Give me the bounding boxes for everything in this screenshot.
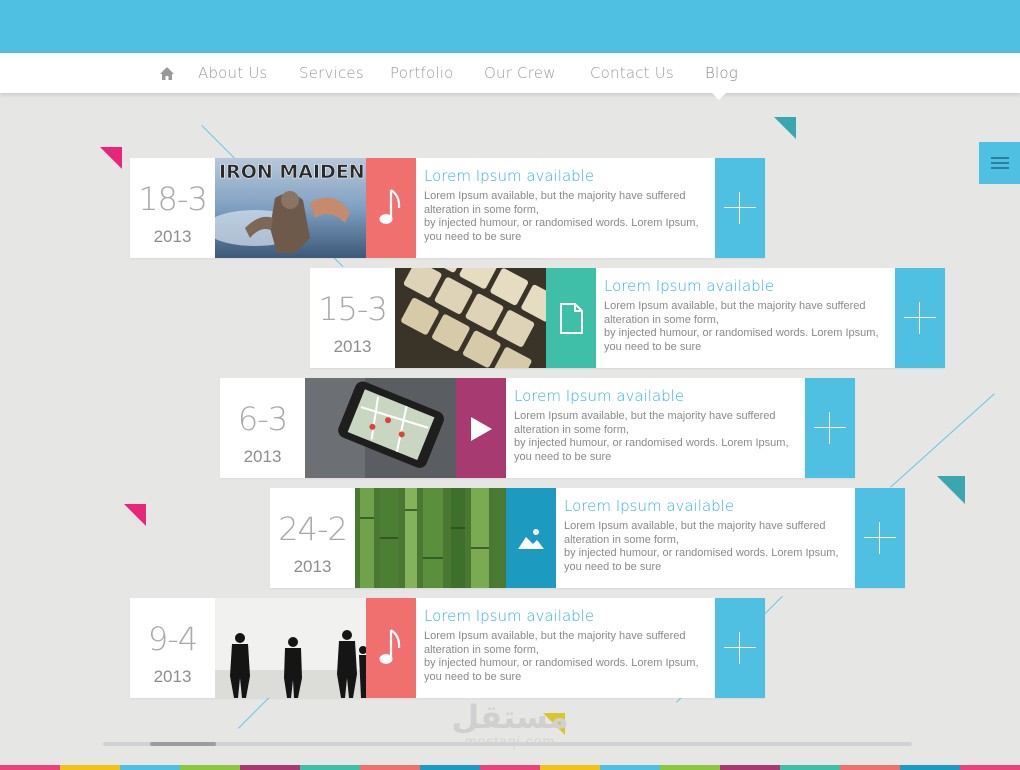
image-icon	[518, 529, 544, 549]
blog-post-card[interactable]: 18-3 2013 IRON MAIDEN Lorem Ipsum availa…	[130, 158, 765, 258]
post-date: 15-3 2013	[310, 268, 395, 368]
color-strip-segment	[960, 765, 1020, 770]
horizontal-scrollbar[interactable]	[103, 742, 912, 746]
play-icon	[471, 417, 492, 441]
nav-services[interactable]: Services	[299, 64, 364, 82]
post-title[interactable]: Lorem Ipsum available	[514, 387, 795, 405]
nav-portfolio[interactable]: Portfolio	[390, 64, 454, 82]
post-summary: Lorem Ipsum available Lorem Ipsum availa…	[416, 158, 715, 258]
post-title[interactable]: Lorem Ipsum available	[564, 497, 845, 515]
color-strip-segment	[540, 765, 600, 770]
post-date: 18-3 2013	[130, 158, 215, 258]
color-strip-segment	[480, 765, 540, 770]
post-thumbnail[interactable]	[305, 378, 456, 478]
decor-line	[238, 696, 271, 729]
decor-triangle	[100, 147, 122, 169]
nav-our-crew[interactable]: Our Crew	[484, 64, 556, 82]
category-badge[interactable]	[506, 488, 556, 588]
post-day: 24-2	[278, 510, 348, 548]
expand-plus-button[interactable]	[715, 598, 765, 698]
post-year: 2013	[293, 557, 332, 576]
color-strip-segment	[840, 765, 900, 770]
category-badge[interactable]	[456, 378, 506, 478]
decor-triangle	[937, 476, 965, 504]
blog-post-card[interactable]: 24-2 2013 Lorem Ipsum available Lorem Ip…	[270, 488, 905, 588]
post-day: 15-3	[318, 290, 388, 328]
color-strip-segment	[900, 765, 960, 770]
expand-plus-button[interactable]	[715, 158, 765, 258]
color-strip-segment	[660, 765, 720, 770]
color-strip-segment	[60, 765, 120, 770]
post-summary: Lorem Ipsum available Lorem Ipsum availa…	[416, 598, 715, 698]
post-year: 2013	[153, 667, 192, 686]
decor-triangle	[774, 117, 796, 139]
post-date: 9-4 2013	[130, 598, 215, 698]
category-badge[interactable]	[366, 158, 416, 258]
post-thumbnail[interactable]	[355, 488, 506, 588]
color-strip-segment	[420, 765, 480, 770]
music-note-icon	[379, 629, 401, 664]
active-nav-pointer	[712, 93, 726, 100]
color-strip-segment	[600, 765, 660, 770]
post-thumbnail[interactable]: IRON MAIDEN	[215, 158, 366, 258]
blog-post-card[interactable]: 15-3 2013 Lorem Ipsum available Lorem Ip…	[310, 268, 945, 368]
footer-color-strip	[0, 765, 1020, 770]
post-date: 24-2 2013	[270, 488, 355, 588]
post-excerpt: Lorem Ipsum available, but the majority …	[424, 630, 699, 683]
post-summary: Lorem Ipsum available Lorem Ipsum availa…	[506, 378, 805, 478]
nav-about-us[interactable]: About Us	[198, 64, 268, 82]
post-day: 6-3	[237, 400, 288, 438]
expand-plus-button[interactable]	[805, 378, 855, 478]
category-badge[interactable]	[546, 268, 596, 368]
main-navigation: About Us Services Portfolio Our Crew Con…	[0, 53, 1020, 93]
color-strip-segment	[300, 765, 360, 770]
nav-contact-us[interactable]: Contact Us	[590, 64, 674, 82]
scrollbar-thumb[interactable]	[150, 742, 216, 746]
post-year: 2013	[243, 447, 282, 466]
top-banner	[0, 0, 1020, 53]
color-strip-segment	[120, 765, 180, 770]
blog-post-card[interactable]: 6-3 2013 Lorem Ipsum available Lorem Ips…	[220, 378, 855, 478]
color-strip-segment	[240, 765, 300, 770]
expand-plus-button[interactable]	[895, 268, 945, 368]
post-summary: Lorem Ipsum available Lorem Ipsum availa…	[556, 488, 855, 588]
music-note-icon	[379, 189, 401, 224]
nav-blog[interactable]: Blog	[705, 64, 738, 82]
post-day: 9-4	[147, 620, 198, 658]
blog-post-card[interactable]: 9-4 2013 Lorem Ipsum available Lorem Ips…	[130, 598, 765, 698]
svg-text:IRON MAIDEN: IRON MAIDEN	[219, 161, 365, 183]
post-thumbnail[interactable]	[215, 598, 366, 698]
post-title[interactable]: Lorem Ipsum available	[424, 607, 705, 625]
color-strip-segment	[720, 765, 780, 770]
post-excerpt: Lorem Ipsum available, but the majority …	[424, 190, 699, 243]
post-summary: Lorem Ipsum available Lorem Ipsum availa…	[596, 268, 895, 368]
category-badge[interactable]	[366, 598, 416, 698]
watermark-arabic: مستقل	[451, 698, 569, 736]
expand-plus-button[interactable]	[855, 488, 905, 588]
color-strip-segment	[180, 765, 240, 770]
color-strip-segment	[360, 765, 420, 770]
watermark: مستقل mostaqi.com	[440, 700, 580, 748]
post-year: 2013	[153, 227, 192, 246]
post-day: 18-3	[138, 180, 208, 218]
post-date: 6-3 2013	[220, 378, 305, 478]
decor-line	[890, 393, 995, 488]
color-strip-segment	[780, 765, 840, 770]
side-menu-button[interactable]	[979, 142, 1020, 184]
post-title[interactable]: Lorem Ipsum available	[424, 167, 705, 185]
post-year: 2013	[333, 337, 372, 356]
document-icon	[560, 303, 583, 334]
color-strip-segment	[0, 765, 60, 770]
home-icon[interactable]	[158, 65, 176, 83]
post-excerpt: Lorem Ipsum available, but the majority …	[564, 520, 839, 573]
post-thumbnail[interactable]	[395, 268, 546, 368]
post-title[interactable]: Lorem Ipsum available	[604, 277, 885, 295]
post-excerpt: Lorem Ipsum available, but the majority …	[604, 300, 879, 353]
decor-triangle	[124, 504, 146, 526]
post-excerpt: Lorem Ipsum available, but the majority …	[514, 410, 789, 463]
